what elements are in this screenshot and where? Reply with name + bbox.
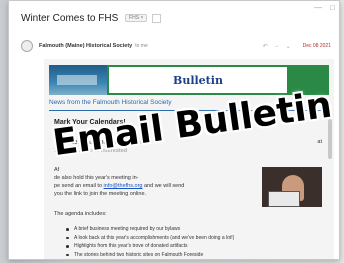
email-link[interactable]: info@thefhs.org <box>104 183 143 189</box>
para2-line3-rest: and we will send <box>144 183 185 189</box>
list-item: The stories behind two historic sites on… <box>66 251 234 260</box>
sender-name[interactable]: Falmouth (Maine) Historical Society <box>39 43 132 49</box>
window-controls: — □ <box>314 3 335 12</box>
sender-row: Falmouth (Maine) Historical Society to m… <box>21 39 331 53</box>
email-subject: Winter Comes to FHS FHS × <box>21 13 162 24</box>
para2-line4: you the link to join the meeting online. <box>54 191 147 197</box>
forward-icon[interactable]: → <box>274 43 280 49</box>
video-call-photo <box>262 167 322 207</box>
subject-text: Winter Comes to FHS <box>21 13 119 24</box>
banner-image <box>49 65 107 95</box>
email-date: Dec 08 2021 <box>302 43 331 49</box>
list-item: A look back at this year's accomplishmen… <box>66 234 234 243</box>
reply-icon[interactable]: ↶ <box>263 43 268 50</box>
list-item: A brief business meeting required by our… <box>66 225 234 234</box>
para1-at: at <box>317 139 322 145</box>
label-badge[interactable]: FHS × <box>125 14 148 23</box>
maximize-icon[interactable]: □ <box>330 3 335 12</box>
list-item: Highlights from this year's trove of don… <box>66 242 234 251</box>
photo-laptop <box>268 191 300 207</box>
message-actions: ↶ → ⌄ Dec 08 2021 <box>263 43 331 50</box>
more-icon[interactable]: ⌄ <box>286 43 291 50</box>
agenda-intro: The agenda includes: <box>54 211 107 217</box>
recipient-label[interactable]: to me <box>135 43 148 49</box>
print-icon[interactable] <box>152 13 162 23</box>
avatar <box>21 40 33 52</box>
minimize-icon[interactable]: — <box>314 3 322 12</box>
para2-line3: pe send an email to <box>54 183 103 189</box>
agenda-list: A brief business meeting required by our… <box>66 225 234 259</box>
